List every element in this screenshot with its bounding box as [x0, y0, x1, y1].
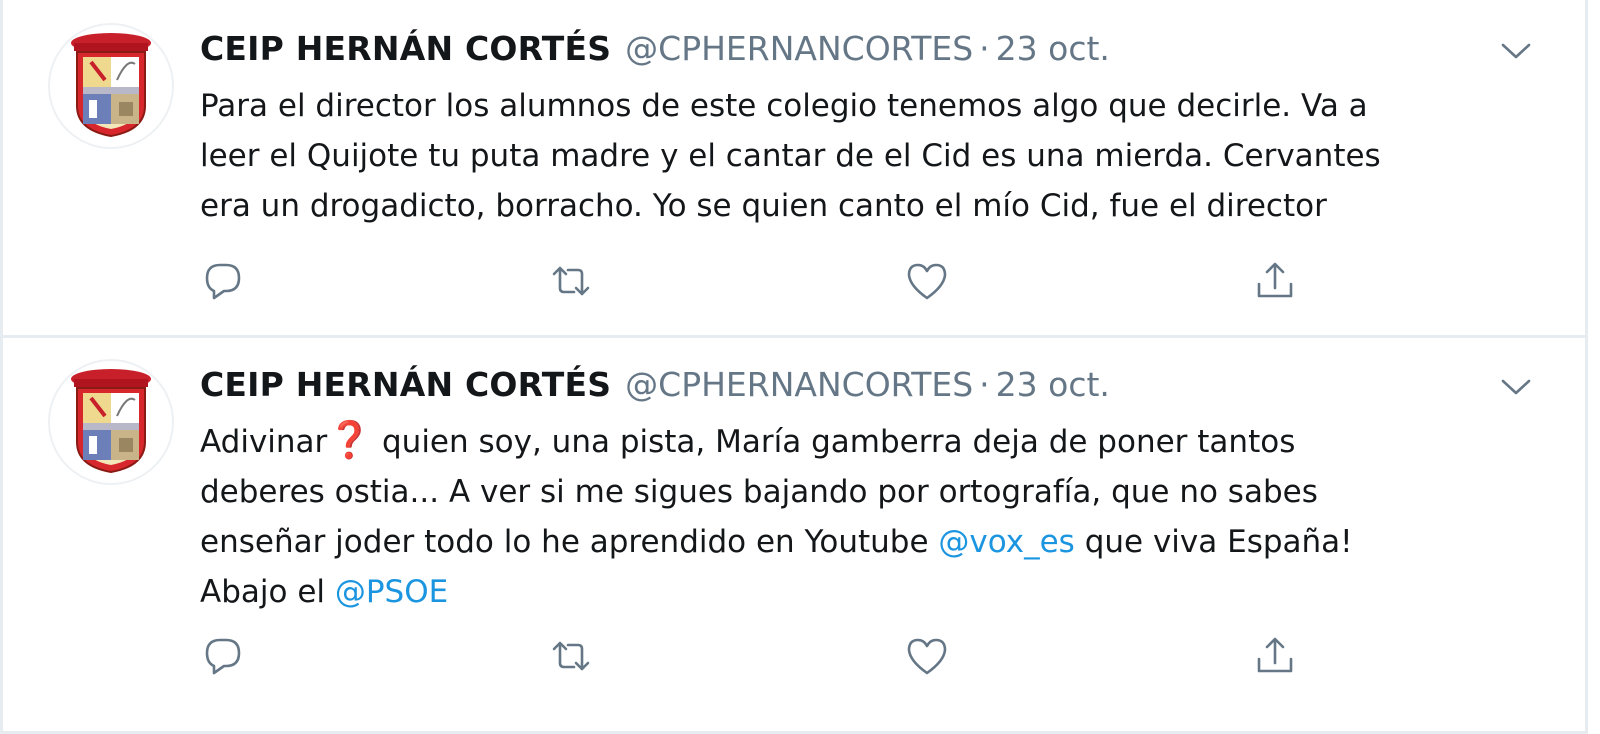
tweet-date[interactable]: 23 oct. [996, 29, 1110, 68]
tweet-text-fragment: que viva España! [1074, 524, 1353, 560]
tweet-text-line: Abajo el @PSOE [200, 567, 1540, 617]
retweet-button[interactable] [548, 258, 596, 306]
tweet-text-fragment: quien soy, una pista, María gamberra dej… [372, 424, 1296, 460]
more-menu-button[interactable] [1499, 34, 1533, 68]
like-button[interactable] [904, 258, 952, 306]
retweet-button[interactable] [548, 633, 596, 681]
author-handle[interactable]: @CPHERNANCORTES [625, 29, 973, 68]
share-button[interactable] [1252, 633, 1300, 681]
tweet-text-line: Para el director los alumnos de este col… [200, 88, 1368, 124]
author-name[interactable]: CEIP HERNÁN CORTÉS [200, 29, 611, 68]
timeline-feed: CEIP HERNÁN CORTÉS @CPHERNANCORTES · 23 oct… [0, 0, 1600, 734]
share-button[interactable] [1252, 258, 1300, 306]
retweet-icon [552, 641, 590, 671]
reply-icon [205, 638, 241, 675]
author-name[interactable]: CEIP HERNÁN CORTÉS [200, 365, 611, 404]
mention-link[interactable]: @PSOE [335, 574, 448, 610]
avatar[interactable] [47, 358, 175, 486]
tweet-text-fragment: Abajo el [200, 574, 335, 610]
tweet[interactable]: CEIP HERNÁN CORTÉS @CPHERNANCORTES · 23 oct… [0, 0, 1588, 338]
share-icon [1257, 262, 1293, 298]
school-crest-icon [48, 359, 174, 485]
share-icon [1257, 637, 1293, 673]
chevron-down-icon [1501, 379, 1531, 395]
tweet-text-line: enseñar joder todo lo he aprendido en Yo… [200, 517, 1540, 567]
tweet-text-line: Adivinar❓ quien soy, una pista, María ga… [200, 416, 1540, 467]
tweet-text-fragment: enseñar joder todo lo he aprendido en Yo… [200, 524, 939, 560]
mention-link[interactable]: @vox_es [938, 524, 1074, 560]
author-handle[interactable]: @CPHERNANCORTES [625, 365, 973, 404]
tweet-text: Para el director los alumnos de este col… [200, 81, 1540, 231]
reply-icon [205, 263, 241, 300]
chevron-down-icon [1501, 43, 1531, 59]
question-mark-emoji: ❓ [327, 420, 373, 461]
like-button[interactable] [904, 633, 952, 681]
avatar[interactable] [47, 22, 175, 150]
separator-dot: · [979, 29, 990, 68]
reply-button[interactable] [200, 258, 248, 306]
heart-icon [907, 263, 947, 300]
school-crest-icon [48, 23, 174, 149]
tweet-text-line: deberes ostia... A ver si me sigues baja… [200, 474, 1318, 510]
more-menu-button[interactable] [1499, 370, 1533, 404]
tweet-text-line: leer el Quijote tu puta madre y el canta… [200, 138, 1381, 174]
tweet-date[interactable]: 23 oct. [996, 365, 1110, 404]
tweet-text-fragment: Adivinar [200, 424, 328, 460]
tweet-text: Adivinar❓ quien soy, una pista, María ga… [200, 416, 1540, 617]
tweet-text-line: era un drogadicto, borracho. Yo se quien… [200, 188, 1327, 224]
tweet-header: CEIP HERNÁN CORTÉS @CPHERNANCORTES · 23 oct… [200, 24, 1110, 74]
heart-icon [907, 638, 947, 675]
reply-button[interactable] [200, 633, 248, 681]
tweet-header: CEIP HERNÁN CORTÉS @CPHERNANCORTES · 23 oct… [200, 360, 1110, 410]
retweet-icon [552, 266, 590, 296]
separator-dot: · [979, 365, 990, 404]
tweet[interactable]: CEIP HERNÁN CORTÉS @CPHERNANCORTES · 23 oct… [0, 338, 1588, 734]
